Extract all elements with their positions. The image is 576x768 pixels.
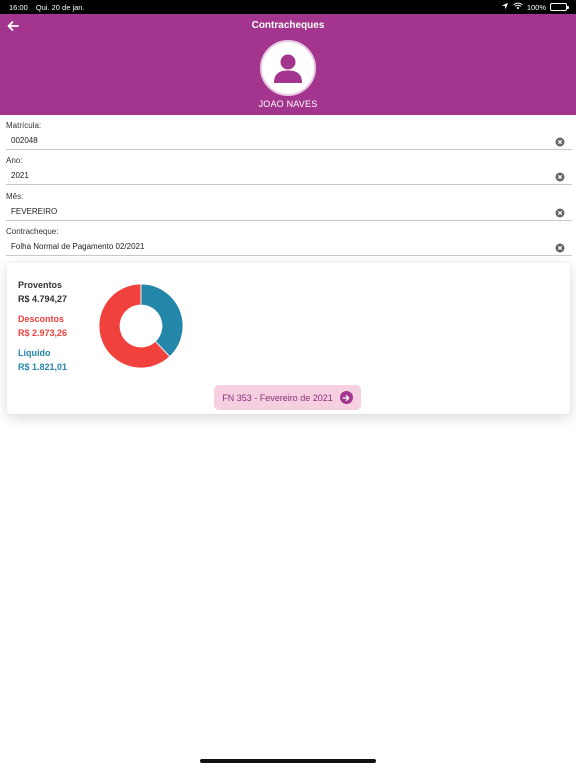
field-mes[interactable]: Mês: FEVEREIRO [0,186,576,221]
proventos-value: R$ 4.794,27 [18,294,68,304]
field-ano[interactable]: Ano: 2021 [0,150,576,185]
wifi-icon [513,2,523,12]
user-icon [274,54,302,83]
field-label: Mês: [6,192,24,201]
status-time: 16:00 [9,2,28,12]
header: Contracheques JOAO NAVES [0,14,576,115]
clear-icon [555,137,565,147]
status-date: Qui. 20 de jan. [35,2,85,12]
contracheque-input[interactable]: Folha Normal de Pagamento 02/2021 [11,242,144,251]
clear-icon [555,208,565,218]
divider [6,184,572,185]
payslip-summary-card: Proventos R$ 4.794,27 Descontos R$ 2.973… [7,263,570,414]
clear-contracheque-button[interactable] [555,240,565,253]
user-name: JOAO NAVES [258,99,318,109]
clear-mes-button[interactable] [555,205,565,218]
clear-icon [555,172,565,182]
liquido-row: Líquido R$ 1.821,01 [18,348,67,372]
field-label: Matrícula: [6,121,42,130]
location-icon [501,2,509,12]
donut-chart [98,283,184,369]
proventos-row: Proventos R$ 4.794,27 [18,280,67,304]
status-bar: 16:00 Qui. 20 de jan. 100% [0,0,576,14]
divider [6,255,572,256]
proventos-label: Proventos [18,280,63,290]
open-payslip-button[interactable]: FN 353 - Fevereiro de 2021 [214,385,361,410]
donut-slice-liquido [140,283,184,358]
descontos-value: R$ 2.973,26 [18,328,68,338]
descontos-label: Descontos [18,314,65,324]
field-label: Contracheque: [6,227,59,236]
matricula-input[interactable]: 002048 [11,136,38,145]
arrow-right-circle-icon [339,391,353,404]
liquido-label: Líquido [18,348,51,358]
clear-matricula-button[interactable] [555,134,565,147]
open-payslip-label: FN 353 - Fevereiro de 2021 [222,392,333,403]
ano-input[interactable]: 2021 [11,171,29,180]
home-indicator [200,759,376,763]
descontos-row: Descontos R$ 2.973,26 [18,314,67,338]
page-title: Contracheques [251,20,325,31]
clear-icon [555,243,565,253]
clear-ano-button[interactable] [555,169,565,182]
avatar [260,40,316,96]
field-label: Ano: [6,156,23,165]
field-contracheque[interactable]: Contracheque: Folha Normal de Pagamento … [0,221,576,256]
field-matricula[interactable]: Matrícula: 002048 [0,115,576,150]
battery-icon [550,3,569,11]
liquido-value: R$ 1.821,01 [18,362,68,372]
mes-input[interactable]: FEVEREIRO [11,207,57,216]
battery-percent: 100% [526,2,546,12]
